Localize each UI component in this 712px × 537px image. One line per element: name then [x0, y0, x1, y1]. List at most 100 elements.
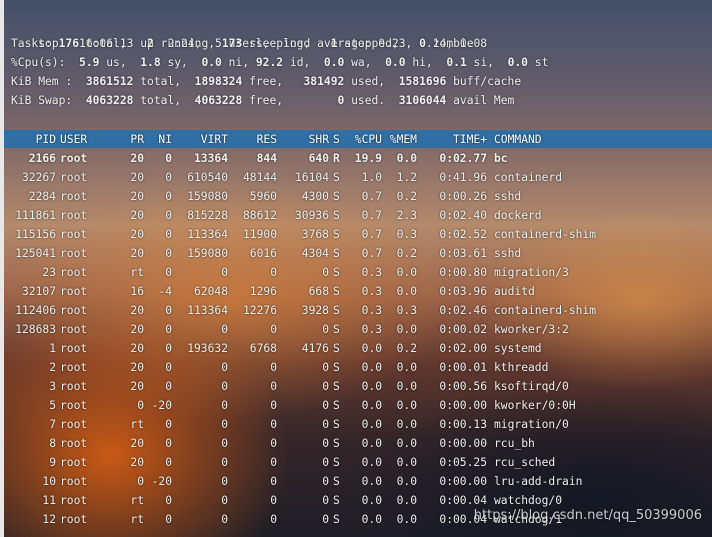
- process-s-cell: R: [333, 152, 340, 165]
- process-row[interactable]: 8 root 20 0 0 0 0 S 0.0 0.0 0:00.00 rcu_bh: [4, 434, 712, 453]
- process-row[interactable]: 128683 root 20 0 0 0 0 S 0.3 0.0 0:00.02 kworker/3:…: [4, 320, 712, 339]
- process-user-cell: root: [60, 323, 88, 336]
- process-row[interactable]: 115156 root 20 0 113364 11900 3768 S 0.7 0.3 0:02.…: [4, 225, 712, 244]
- process-user-cell: root: [60, 285, 88, 298]
- process-user-cell: root: [60, 475, 88, 488]
- process-time-cell: 0:00.01: [439, 361, 487, 374]
- process-row[interactable]: 112406 root 20 0 113364 12276 3928 S 0.3 0.3 0:02.…: [4, 301, 712, 320]
- process-pid-cell: 12: [42, 513, 56, 526]
- process-res-cell: 844: [256, 152, 277, 165]
- process-res-cell: 0: [270, 475, 277, 488]
- process-s-cell: S: [333, 475, 340, 488]
- tasks-zombie-label: zombie: [425, 37, 474, 50]
- process-pid-cell: 125041: [15, 247, 56, 260]
- process-shr-cell: 0: [322, 456, 329, 469]
- process-row[interactable]: 9 root 20 0 0 0 0 S 0.0 0.0 0:05.25 rcu_sched: [4, 453, 712, 472]
- column-header-command[interactable]: COMMAND: [494, 130, 712, 149]
- process-user-cell: root: [60, 494, 88, 507]
- process-row[interactable]: 1 root 20 0 193632 6768 4176 S 0.0 0.2 0:02.00 syst…: [4, 339, 712, 358]
- column-header-virt[interactable]: VIRT: [174, 130, 228, 149]
- process-row[interactable]: 23 root rt 0 0 0 0 S 0.3 0.0 0:00.80 migration/3: [4, 263, 712, 282]
- process-time-cell: 0:00.00: [439, 399, 487, 412]
- column-header-pid[interactable]: PID: [4, 130, 56, 149]
- process-virt-cell: 113364: [187, 228, 228, 241]
- process-row[interactable]: 3 root 20 0 0 0 0 S 0.0 0.0 0:00.56 ksoftirqd/0: [4, 377, 712, 396]
- process-command-cell: kworker/0:0H: [494, 399, 576, 412]
- process-res-cell: 11900: [242, 228, 277, 241]
- column-header-time[interactable]: TIME+: [420, 130, 487, 149]
- process-row[interactable]: 111861 root 20 0 815228 88612 30936 S 0.7 2.3 0:02…: [4, 206, 712, 225]
- process-s-cell: S: [333, 285, 340, 298]
- process-pr-cell: rt: [130, 513, 144, 526]
- cpu-id: 92.2: [255, 56, 284, 69]
- process-pr-cell: 20: [130, 209, 144, 222]
- process-user-cell: root: [60, 380, 88, 393]
- process-virt-cell: 193632: [187, 342, 228, 355]
- column-header-mem[interactable]: %MEM: [385, 130, 417, 149]
- process-mem-cell: 0.0: [396, 380, 417, 393]
- process-s-cell: S: [333, 380, 340, 393]
- process-mem-cell: 1.2: [396, 171, 417, 184]
- process-row[interactable]: 7 root rt 0 0 0 0 S 0.0 0.0 0:00.13 migration/0: [4, 415, 712, 434]
- column-header-shr[interactable]: SHR: [279, 130, 329, 149]
- process-row[interactable]: 125041 root 20 0 159080 6016 4304 S 0.7 0.2 0:03.6…: [4, 244, 712, 263]
- process-row[interactable]: 5 root 0 -20 0 0 0 S 0.0 0.0 0:00.00 kworker/0:0H: [4, 396, 712, 415]
- process-pr-cell: 20: [130, 380, 144, 393]
- process-cpu-cell: 1.0: [361, 171, 382, 184]
- process-pid-cell: 2284: [28, 190, 56, 203]
- column-header-state[interactable]: S: [333, 130, 343, 149]
- tasks-sleeping-label: sleeping,: [242, 37, 331, 50]
- cpu-label: %Cpu(s):: [11, 56, 80, 69]
- process-virt-cell: 0: [221, 418, 228, 431]
- process-command-cell: kthreadd: [494, 361, 549, 374]
- mem-total: 3861512: [85, 75, 134, 88]
- watermark-text: https://blog.csdn.net/qq_50399006: [473, 508, 702, 523]
- column-header-pr[interactable]: PR: [112, 130, 144, 149]
- process-row[interactable]: 32107 root 16 -4 62048 1296 668 S 0.3 0.0 0:03.96 a…: [4, 282, 712, 301]
- process-mem-cell: 0.3: [396, 228, 417, 241]
- process-pr-cell: 0: [137, 399, 144, 412]
- process-pid-cell: 10: [42, 475, 56, 488]
- mem-buff: 1581696: [398, 75, 447, 88]
- process-pr-cell: 20: [130, 323, 144, 336]
- process-cpu-cell: 0.7: [361, 190, 382, 203]
- column-header-user[interactable]: USER: [60, 130, 110, 149]
- process-row[interactable]: 2 root 20 0 0 0 0 S 0.0 0.0 0:00.01 kthreadd: [4, 358, 712, 377]
- process-row[interactable]: 10 root 0 -20 0 0 0 S 0.0 0.0 0:00.00 lru-add-drain: [4, 472, 712, 491]
- process-virt-cell: 815228: [187, 209, 228, 222]
- cpu-wa: 0.0: [323, 56, 345, 69]
- process-pr-cell: 20: [130, 342, 144, 355]
- process-command-cell: auditd: [494, 285, 535, 298]
- process-s-cell: S: [333, 494, 340, 507]
- process-res-cell: 0: [270, 456, 277, 469]
- process-command-cell: containerd-shim: [494, 228, 597, 241]
- summary-mem-line: KiB Mem : 3861512 total, 1898324 free, 3…: [11, 72, 521, 91]
- process-user-cell: root: [60, 266, 88, 279]
- process-user-cell: root: [60, 361, 88, 374]
- process-virt-cell: 13364: [193, 152, 228, 165]
- process-command-cell: migration/3: [494, 266, 569, 279]
- column-header-ni[interactable]: NI: [146, 130, 172, 149]
- process-time-cell: 0:02.00: [439, 342, 487, 355]
- process-row[interactable]: 2166 root 20 0 13364 844 640 R 19.9 0.0 0:02.77 bc: [4, 149, 712, 168]
- process-pr-cell: 20: [130, 171, 144, 184]
- process-mem-cell: 0.0: [396, 494, 417, 507]
- process-pid-cell: 111861: [15, 209, 56, 222]
- process-virt-cell: 0: [221, 323, 228, 336]
- process-row[interactable]: 32267 root 20 0 610540 48144 16104 S 1.0 1.2 0:41.…: [4, 168, 712, 187]
- process-row[interactable]: 2284 root 20 0 159080 5960 4300 S 0.7 0.2 0:00.26 s…: [4, 187, 712, 206]
- process-cpu-cell: 0.0: [361, 361, 382, 374]
- process-virt-cell: 0: [221, 513, 228, 526]
- process-mem-cell: 0.0: [396, 266, 417, 279]
- process-pid-cell: 9: [49, 456, 56, 469]
- process-time-cell: 0:00.56: [439, 380, 487, 393]
- cpu-id-label: id,: [283, 56, 324, 69]
- process-pid-cell: 5: [49, 399, 56, 412]
- cpu-ni: 0.0: [201, 56, 222, 69]
- process-ni-cell: 0: [165, 456, 172, 469]
- tasks-zombie: 0: [419, 37, 426, 50]
- column-header-cpu[interactable]: %CPU: [346, 130, 382, 149]
- process-cpu-cell: 0.0: [361, 475, 382, 488]
- process-virt-cell: 0: [221, 399, 228, 412]
- column-header-res[interactable]: RES: [230, 130, 277, 149]
